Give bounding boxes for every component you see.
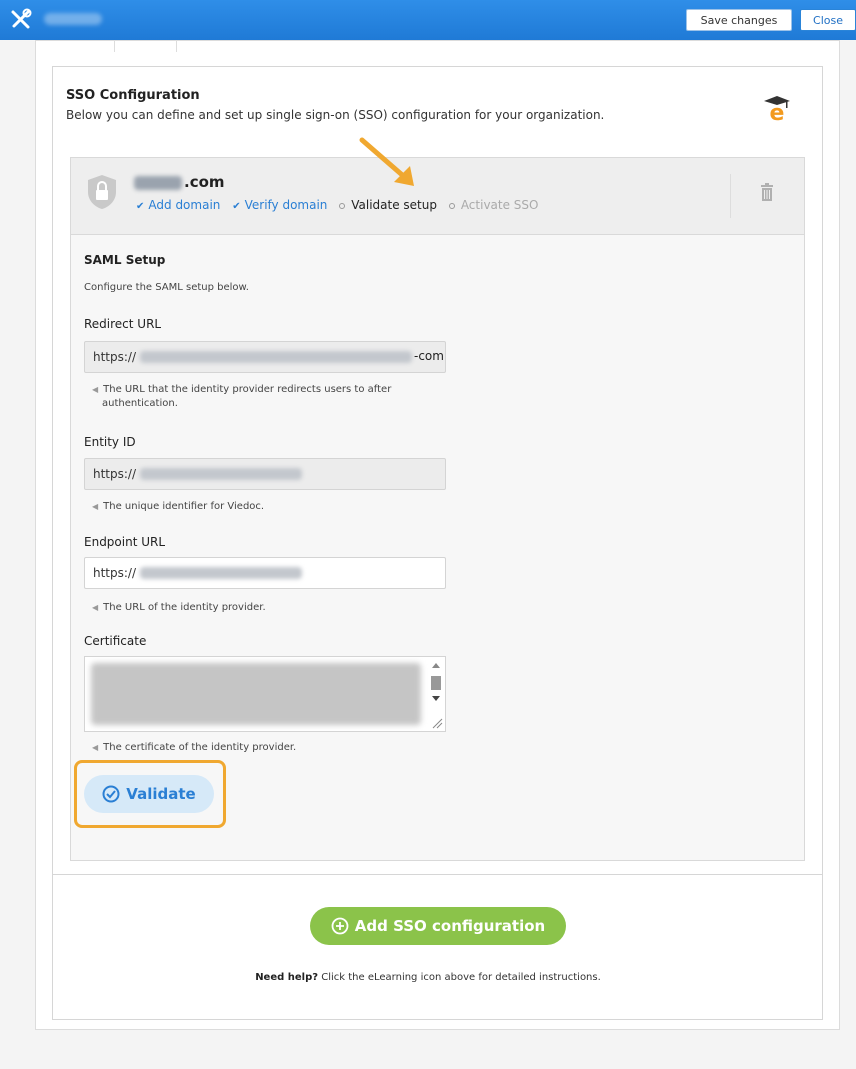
page-description: Below you can define and set up single s… xyxy=(66,108,605,122)
caret-icon: ◀ xyxy=(92,743,99,752)
check-circle-icon xyxy=(102,785,120,803)
redirect-url-hint: ◀ The URL that the identity provider redi… xyxy=(92,384,392,409)
redirect-url-suffix: -com xyxy=(414,349,444,363)
redacted-text xyxy=(91,663,421,725)
step-validate-setup[interactable]: Validate setup xyxy=(339,198,437,212)
scrollbar[interactable] xyxy=(428,658,444,730)
add-sso-configuration-button[interactable]: Add SSO configuration xyxy=(310,907,566,945)
validate-button[interactable]: Validate xyxy=(84,775,214,813)
certificate-hint: ◀ The certificate of the identity provide… xyxy=(92,742,297,753)
redirect-url-label: Redirect URL xyxy=(84,317,162,331)
certificate-label: Certificate xyxy=(84,634,147,648)
trash-icon[interactable] xyxy=(760,183,774,201)
dot-icon xyxy=(448,202,455,209)
elearning-icon[interactable]: e xyxy=(762,92,792,122)
plus-circle-icon xyxy=(331,917,349,935)
entity-id-hint: ◀ The unique identifier for Viedoc. xyxy=(92,501,265,512)
step-verify-domain[interactable]: ✔ Verify domain xyxy=(232,198,327,212)
step-activate-sso: Activate SSO xyxy=(448,198,538,212)
redacted-text xyxy=(140,567,302,579)
annotation-arrow-icon xyxy=(359,137,414,186)
caret-icon: ◀ xyxy=(92,603,99,612)
step-add-domain[interactable]: ✔ Add domain xyxy=(136,198,220,212)
endpoint-url-hint: ◀ The URL of the identity provider. xyxy=(92,602,266,613)
shield-lock-icon xyxy=(88,175,116,209)
tab-divider xyxy=(176,40,177,52)
help-text: Need help? Click the eLearning icon abov… xyxy=(255,972,601,983)
page-title: SSO Configuration xyxy=(66,88,200,103)
close-button[interactable]: Close xyxy=(800,9,856,31)
caret-icon: ◀ xyxy=(92,502,99,511)
check-icon: ✔ xyxy=(136,201,145,212)
domain-name-redacted xyxy=(134,176,182,190)
dot-icon xyxy=(339,202,346,209)
svg-text:e: e xyxy=(770,101,785,122)
certificate-textarea[interactable] xyxy=(84,656,446,732)
saml-setup-subtitle: Configure the SAML setup below. xyxy=(84,282,249,293)
setup-steps: ✔ Add domain ✔ Verify domain Validate setu… xyxy=(136,198,546,212)
saml-setup-title: SAML Setup xyxy=(84,253,166,267)
redacted-text xyxy=(140,468,302,480)
caret-icon: ◀ xyxy=(92,385,99,394)
endpoint-url-label: Endpoint URL xyxy=(84,535,166,549)
domain-suffix: .com xyxy=(184,173,225,191)
check-icon: ✔ xyxy=(232,201,241,212)
config-card-header xyxy=(71,158,804,235)
redacted-text xyxy=(140,351,412,363)
app-name-redacted xyxy=(44,13,102,25)
entity-id-label: Entity ID xyxy=(84,435,136,449)
save-changes-button[interactable]: Save changes xyxy=(686,9,792,31)
divider xyxy=(53,874,822,875)
tab-divider xyxy=(114,40,115,52)
header-separator xyxy=(730,174,731,218)
tools-icon[interactable] xyxy=(10,8,32,30)
